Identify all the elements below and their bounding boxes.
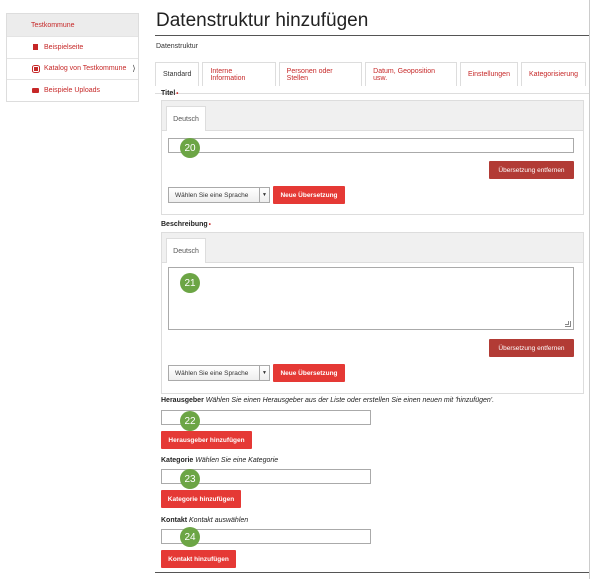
language-select[interactable]: Wählen Sie eine Sprache ▼ <box>168 365 270 381</box>
remove-translation-button[interactable]: Übersetzung entfernen <box>489 161 574 179</box>
language-tab-bar: Deutsch <box>162 101 583 131</box>
new-translation-button[interactable]: Neue Übersetzung <box>273 186 345 204</box>
sidebar: Testkommune Beispielseite Katalog von Te… <box>6 13 139 102</box>
add-herausgeber-button[interactable]: Herausgeber hinzufügen <box>161 431 252 449</box>
sidebar-item-uploads[interactable]: Beispiele Uploads <box>7 79 138 101</box>
page-edge <box>589 0 590 579</box>
titel-label-text: Titel <box>161 90 176 97</box>
language-select-value: Wählen Sie eine Sprache <box>175 191 249 199</box>
add-kontakt-button[interactable]: Kontakt hinzufügen <box>161 550 236 568</box>
language-tab-bar: Deutsch <box>162 233 583 263</box>
kontakt-label: Kontakt Kontakt auswählen <box>161 517 248 524</box>
sidebar-item-katalog[interactable]: Katalog von Testkommune ⟩ <box>7 57 138 80</box>
tab-kategorisierung[interactable]: Kategorisierung <box>520 62 586 86</box>
kontakt-help: Kontakt auswählen <box>189 517 249 524</box>
document-icon <box>29 44 42 51</box>
language-select[interactable]: Wählen Sie eine Sprache ▼ <box>168 187 270 203</box>
chevron-down-icon: ▼ <box>259 188 269 202</box>
step-badge: 21 <box>180 273 200 293</box>
step-badge: 22 <box>180 411 200 431</box>
tab-deutsch[interactable]: Deutsch <box>166 106 206 131</box>
step-badge: 23 <box>180 469 200 489</box>
kategorie-label-text: Kategorie <box>161 457 194 464</box>
new-translation-button[interactable]: Neue Übersetzung <box>273 364 345 382</box>
language-select-value: Wählen Sie eine Sprache <box>175 369 249 377</box>
sidebar-item-label: Beispiele Uploads <box>44 86 101 94</box>
sidebar-item-label: Beispielseite <box>44 43 84 51</box>
sidebar-item-label: Katalog von Testkommune <box>44 65 127 73</box>
sidebar-item-label: Testkommune <box>31 21 75 29</box>
add-kategorie-button[interactable]: Kategorie hinzufügen <box>161 490 241 508</box>
tab-bar: Standard Interne Information Personen od… <box>155 62 589 86</box>
sidebar-item-beispielseite[interactable]: Beispielseite <box>7 36 138 58</box>
beschreibung-label: Beschreibung• <box>161 221 211 228</box>
kategorie-help: Wählen Sie eine Kategorie <box>195 457 279 464</box>
step-badge: 24 <box>180 527 200 547</box>
folder-icon <box>29 87 42 93</box>
kontakt-label-text: Kontakt <box>161 517 188 524</box>
tab-divider <box>155 93 589 94</box>
herausgeber-label: Herausgeber Wählen Sie einen Herausgeber… <box>161 397 494 404</box>
sidebar-item-testkommune[interactable]: Testkommune <box>7 14 138 36</box>
tab-deutsch[interactable]: Deutsch <box>166 238 206 263</box>
beschreibung-textarea[interactable] <box>168 267 574 330</box>
resize-handle-icon[interactable] <box>565 321 571 327</box>
herausgeber-label-text: Herausgeber <box>161 397 204 404</box>
titel-input[interactable] <box>168 138 574 153</box>
main-content: Datenstruktur hinzufügen Datenstruktur S… <box>155 8 589 573</box>
tab-personen-oder-stellen[interactable]: Personen oder Stellen <box>278 62 363 86</box>
beschreibung-label-text: Beschreibung <box>161 221 208 228</box>
required-marker: • <box>208 222 211 228</box>
chevron-down-icon: ▼ <box>259 366 269 380</box>
herausgeber-help: Wählen Sie einen Herausgeber aus der Lis… <box>205 397 495 404</box>
tab-einstellungen[interactable]: Einstellungen <box>459 62 518 86</box>
required-marker: • <box>176 91 179 97</box>
tab-datum-geoposition[interactable]: Datum, Geoposition usw. <box>365 62 457 86</box>
tab-interne-information[interactable]: Interne Information <box>202 62 276 86</box>
step-badge: 20 <box>180 138 200 158</box>
section-label: Datenstruktur <box>156 43 199 50</box>
remove-translation-button[interactable]: Übersetzung entfernen <box>489 339 574 357</box>
bottom-divider <box>155 572 589 573</box>
page-title: Datenstruktur hinzufügen <box>155 8 589 36</box>
chevron-right-icon[interactable]: ⟩ <box>132 64 135 73</box>
database-icon <box>29 64 42 73</box>
tab-standard[interactable]: Standard <box>155 62 200 86</box>
kategorie-label: Kategorie Wählen Sie eine Kategorie <box>161 457 278 464</box>
titel-label: Titel• <box>161 90 178 97</box>
